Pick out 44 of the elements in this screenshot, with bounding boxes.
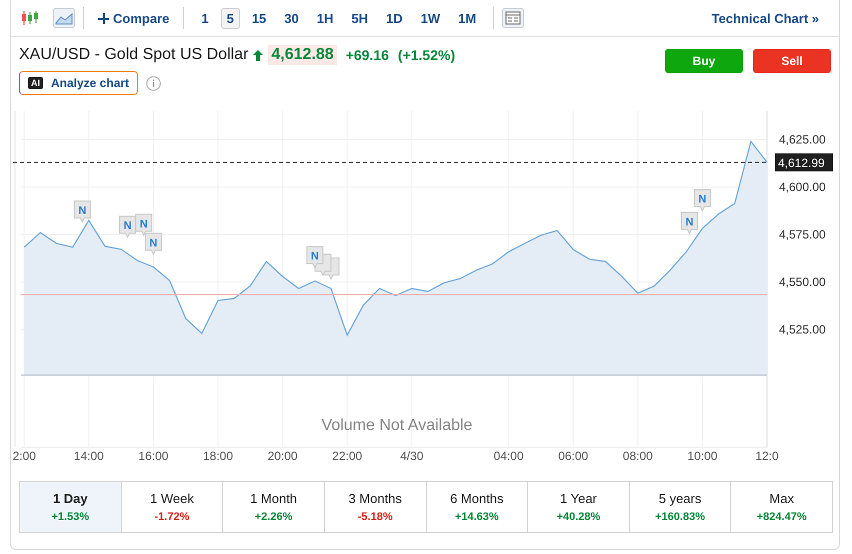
layout-icon[interactable] xyxy=(502,8,524,28)
x-axis-label: 12:0 xyxy=(755,449,779,463)
interval-tab[interactable]: 1W xyxy=(414,8,446,28)
interval-tab[interactable]: 1M xyxy=(452,8,482,28)
x-axis-label: 20:00 xyxy=(268,449,298,463)
interval-tab[interactable]: 1 xyxy=(195,8,215,28)
percent-change: (+1.52%) xyxy=(398,47,456,63)
x-axis-label: 06:00 xyxy=(558,449,588,463)
last-price-label: 4,612.99 xyxy=(775,153,833,172)
x-axis-label: 08:00 xyxy=(622,449,653,463)
interval-tab[interactable]: 5 xyxy=(220,8,240,28)
y-axis-label: 4,625.00 xyxy=(779,132,826,146)
interval-tab[interactable]: 5H xyxy=(345,8,374,28)
y-axis-label: 4,575.00 xyxy=(779,228,826,242)
y-axis-label: 4,525.00 xyxy=(779,322,826,336)
last-price: 4,612.88 xyxy=(268,45,337,65)
compare-button[interactable]: Compare xyxy=(92,10,176,26)
x-axis-label: 16:00 xyxy=(138,449,168,463)
analyze-chart-button[interactable]: AI Analyze chart xyxy=(19,71,138,95)
x-axis-label: 18:00 xyxy=(202,449,233,463)
x-axis-label: 2:00 xyxy=(12,449,36,463)
area-chart-icon[interactable] xyxy=(53,8,75,28)
interval-tab[interactable]: 15 xyxy=(246,8,272,28)
ai-chat-icon: AI xyxy=(28,77,43,89)
y-axis-label: 4,600.00 xyxy=(779,180,826,194)
interval-tab[interactable]: 30 xyxy=(278,8,305,28)
candlestick-chart-icon[interactable] xyxy=(21,10,39,26)
interval-tab[interactable]: 1H xyxy=(310,8,340,28)
info-icon[interactable] xyxy=(146,76,162,90)
period-tab[interactable]: 1 Day +1.53% xyxy=(20,482,122,532)
interval-tab[interactable]: 1D xyxy=(380,8,409,28)
x-axis-label: 10:00 xyxy=(687,449,718,463)
ref-line-label: 4,612.99 xyxy=(778,156,826,170)
instrument-title: XAU/USD - Gold Spot US Dollar xyxy=(19,46,248,64)
x-axis-label: 4/30 xyxy=(400,449,424,463)
y-axis-label: 4,550.00 xyxy=(779,275,826,289)
x-axis-label: 22:00 xyxy=(332,449,362,463)
price-change: +69.16 xyxy=(346,47,389,63)
volume-note: Volume Not Available xyxy=(322,417,472,434)
sell-button[interactable]: Sell xyxy=(753,49,831,73)
x-axis-label: 14:00 xyxy=(74,449,104,463)
plus-icon xyxy=(98,12,109,24)
technical-chart-link[interactable]: Technical Chart » xyxy=(712,10,831,26)
x-axis-label: 04:00 xyxy=(494,449,524,463)
